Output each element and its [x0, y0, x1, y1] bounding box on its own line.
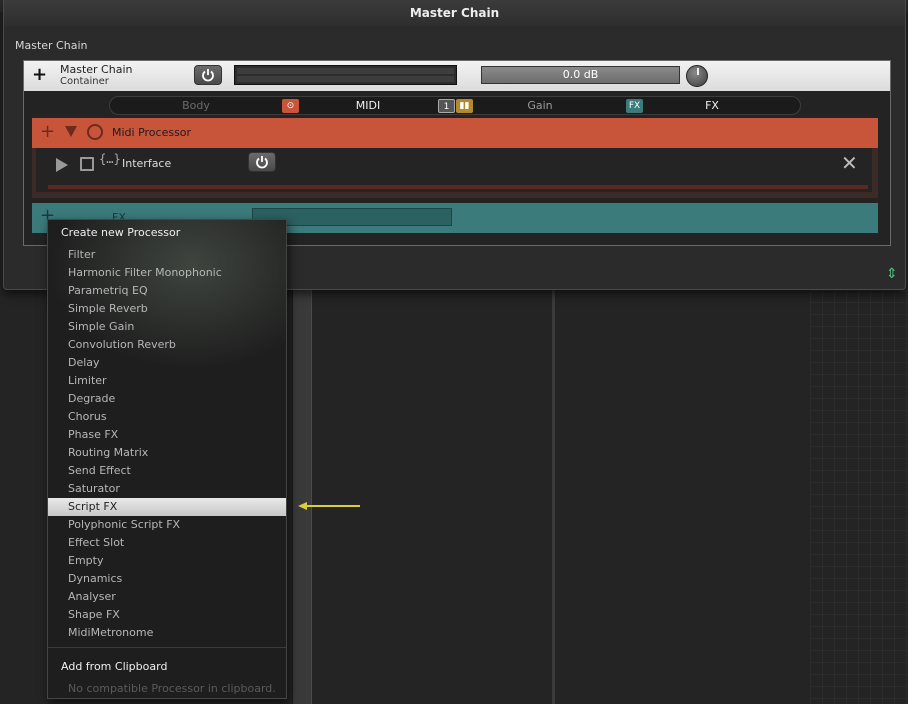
tab-gain[interactable]: 1 ▮▮ Gain	[438, 97, 626, 114]
menu-item-dynamics[interactable]: Dynamics	[48, 570, 286, 588]
bypass-button[interactable]	[194, 65, 222, 85]
midi-processor-title: Midi Processor	[112, 126, 192, 139]
arrow-annotation	[298, 502, 360, 510]
menu-item-convolution-reverb[interactable]: Convolution Reverb	[48, 336, 286, 354]
window-title: Master Chain	[4, 0, 905, 26]
menu-item-send-effect[interactable]: Send Effect	[48, 462, 286, 480]
container-name: Master Chain	[60, 63, 133, 76]
power-icon	[256, 156, 268, 169]
menu-item-phase-fx[interactable]: Phase FX	[48, 426, 286, 444]
section-label: Master Chain	[15, 39, 88, 52]
power-icon	[202, 69, 214, 82]
interface-power-button[interactable]	[248, 152, 276, 172]
create-processor-menu: Create new Processor Filter Harmonic Filt…	[47, 219, 287, 699]
add-icon[interactable]: +	[32, 65, 47, 85]
midi-processor-body: {…} Interface ✕	[32, 148, 878, 198]
midi-dial-icon	[87, 124, 103, 140]
menu-separator	[48, 647, 286, 648]
container-header: + Master Chain Container 0.0 dB	[24, 61, 890, 91]
tab-body-label: Body	[182, 99, 210, 112]
menu-item-script-fx[interactable]: Script FX	[48, 498, 286, 516]
gain-slider[interactable]: 0.0 dB	[481, 66, 680, 84]
menu-item-effect-slot[interactable]: Effect Slot	[48, 534, 286, 552]
balance-knob[interactable]	[686, 65, 708, 87]
menu-header: Create new Processor	[61, 226, 181, 239]
menu-item-harmonic-filter-monophonic[interactable]: Harmonic Filter Monophonic	[48, 264, 286, 282]
resize-icon[interactable]: ⇕	[886, 266, 898, 282]
play-icon[interactable]	[56, 158, 68, 172]
menu-item-polyphonic-script-fx[interactable]: Polyphonic Script FX	[48, 516, 286, 534]
midi-processor-header[interactable]: + Midi Processor	[32, 118, 878, 148]
script-icon: {…}	[99, 152, 121, 166]
menu-item-routing-matrix[interactable]: Routing Matrix	[48, 444, 286, 462]
clipboard-status: No compatible Processor in clipboard.	[68, 682, 276, 695]
chain-tab-bar: Body ⊙ MIDI 1 ▮▮ Gain FX FX	[109, 96, 801, 115]
container-type: Container	[60, 76, 109, 87]
background-divider	[552, 290, 555, 704]
gain-mod-icon: 1	[438, 99, 455, 113]
close-icon[interactable]: ✕	[841, 151, 858, 175]
add-icon[interactable]: +	[40, 122, 55, 142]
interface-label: Interface	[122, 157, 172, 170]
fx-chain-icon: FX	[626, 99, 643, 113]
menu-item-limiter[interactable]: Limiter	[48, 372, 286, 390]
background-grid-panel	[810, 290, 908, 704]
collapse-icon[interactable]	[65, 126, 77, 137]
menu-item-simple-gain[interactable]: Simple Gain	[48, 318, 286, 336]
menu-item-delay[interactable]: Delay	[48, 354, 286, 372]
popout-icon[interactable]	[80, 157, 94, 171]
gain-chain-icon: ▮▮	[456, 99, 473, 113]
level-meter	[234, 65, 457, 85]
tab-body[interactable]: Body	[110, 97, 282, 114]
script-editor-bar: {…} Interface ✕	[36, 148, 872, 192]
menu-item-empty[interactable]: Empty	[48, 552, 286, 570]
menu-item-parametriq-eq[interactable]: Parametriq EQ	[48, 282, 286, 300]
menu-item-degrade[interactable]: Degrade	[48, 390, 286, 408]
menu-item-chorus[interactable]: Chorus	[48, 408, 286, 426]
tab-gain-label: Gain	[527, 99, 553, 112]
app-root: Master Chain Master Chain + Master Chain…	[0, 0, 908, 704]
midi-bar	[48, 185, 868, 189]
menu-item-midimetronome[interactable]: MidiMetronome	[48, 624, 286, 642]
menu-item-analyser[interactable]: Analyser	[48, 588, 286, 606]
menu-item-filter[interactable]: Filter	[48, 246, 286, 264]
menu-item-saturator[interactable]: Saturator	[48, 480, 286, 498]
tab-midi-label: MIDI	[355, 99, 381, 112]
menu-item-simple-reverb[interactable]: Simple Reverb	[48, 300, 286, 318]
tab-fx[interactable]: FX FX	[626, 97, 798, 114]
tab-fx-label: FX	[705, 99, 719, 112]
add-from-clipboard[interactable]: Add from Clipboard	[61, 660, 167, 673]
midi-chain-icon: ⊙	[282, 99, 299, 113]
tab-midi[interactable]: ⊙ MIDI	[282, 97, 454, 114]
background-scrollbar-column	[292, 290, 312, 704]
menu-item-shape-fx[interactable]: Shape FX	[48, 606, 286, 624]
